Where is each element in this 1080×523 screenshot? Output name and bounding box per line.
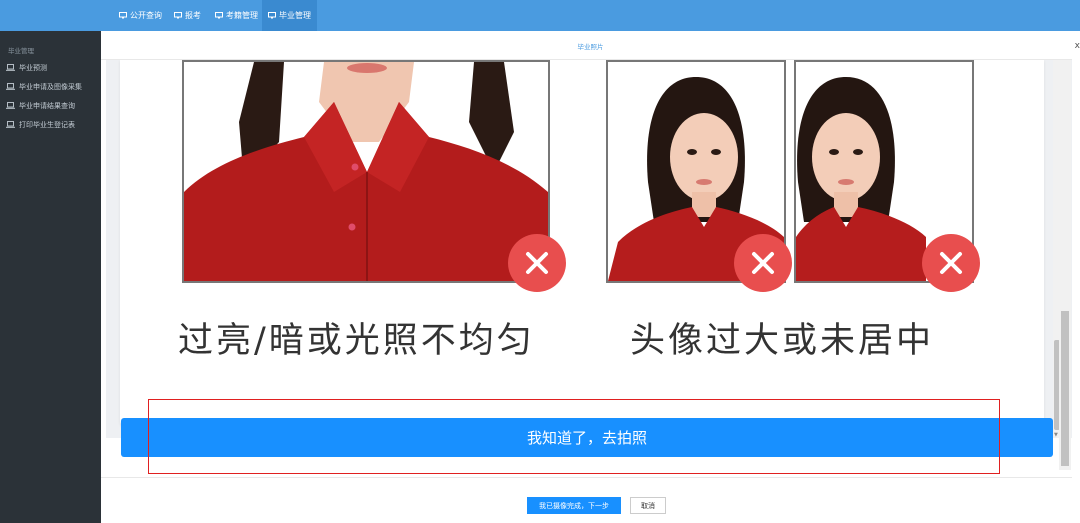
nav-item-graduation[interactable]: 毕业管理: [262, 0, 317, 31]
sidebar-item-print-form[interactable]: 打印毕业生登记表: [6, 120, 75, 130]
laptop-icon: [6, 120, 15, 130]
sidebar-item-label: 毕业预测: [19, 64, 47, 72]
sidebar-item-apply-photo[interactable]: 毕业申请及图像采集: [6, 82, 82, 92]
laptop-icon: [6, 101, 15, 111]
nav-item-records[interactable]: 考籍管理: [209, 0, 264, 31]
sidebar: 毕业管理 毕业预测 毕业申请及图像采集 毕业申请结果查询 打印毕业生登记表: [0, 31, 101, 523]
sidebar-item-label: 毕业申请及图像采集: [19, 83, 82, 91]
sidebar-item-label: 毕业申请结果查询: [19, 102, 75, 110]
sidebar-item-forecast[interactable]: 毕业预测: [6, 63, 47, 73]
sidebar-heading: 毕业管理: [8, 47, 34, 55]
scroll-down-icon[interactable]: ▼: [1054, 432, 1058, 438]
nav-item-label: 报考: [185, 11, 201, 20]
monitor-icon: [215, 12, 223, 19]
error-x-icon: [508, 234, 566, 292]
nav-item-public-query[interactable]: 公开查询: [113, 0, 168, 31]
monitor-icon: [119, 12, 127, 19]
monitor-icon: [268, 12, 276, 19]
cancel-button[interactable]: 取消: [630, 497, 666, 514]
main-content: 毕业照片 x 过亮/暗或光照不均匀 头像过大或未居中 ▼ 我知道了，去拍照 我已…: [101, 31, 1080, 523]
nav-item-label: 考籍管理: [226, 11, 258, 20]
caption-oversize: 头像过大或未居中: [630, 321, 935, 361]
nav-item-label: 毕业管理: [279, 11, 311, 20]
dialog-title: 毕业照片: [577, 43, 604, 51]
close-icon[interactable]: x: [1075, 41, 1080, 51]
monitor-icon: [174, 12, 182, 19]
outer-scrollbar-thumb[interactable]: [1061, 311, 1069, 466]
sidebar-item-label: 打印毕业生登记表: [19, 121, 75, 129]
divider: [101, 477, 1072, 478]
top-nav-bar: 公开查询 报考 考籍管理 毕业管理: [0, 0, 1080, 31]
error-x-icon: [734, 234, 792, 292]
laptop-icon: [6, 82, 15, 92]
nav-item-label: 公开查询: [130, 11, 162, 20]
nav-item-apply[interactable]: 报考: [168, 0, 207, 31]
highlight-box: [148, 399, 1000, 474]
caption-lighting: 过亮/暗或光照不均匀: [178, 321, 535, 361]
example-photo-lighting: [182, 60, 550, 283]
photo-guide-card: 过亮/暗或光照不均匀 头像过大或未居中: [120, 60, 1044, 428]
laptop-icon: [6, 63, 15, 73]
next-step-button[interactable]: 我已摄像完成，下一步: [527, 497, 621, 514]
error-x-icon: [922, 234, 980, 292]
guide-panel: 过亮/暗或光照不均匀 头像过大或未居中 ▼: [106, 60, 1072, 438]
sidebar-item-result-query[interactable]: 毕业申请结果查询: [6, 101, 75, 111]
